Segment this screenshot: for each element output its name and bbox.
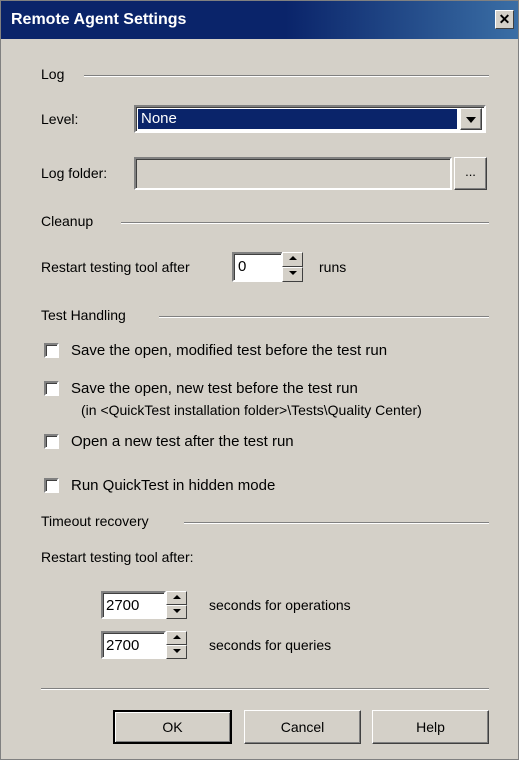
hidden-mode-label: Run QuickTest in hidden mode xyxy=(71,477,276,494)
timeout-divider xyxy=(184,522,489,524)
save-modified-checkbox[interactable] xyxy=(44,343,59,358)
cleanup-section-label: Cleanup xyxy=(41,213,94,229)
runs-down-button[interactable] xyxy=(282,267,303,282)
test-handling-section-label: Test Handling xyxy=(41,307,126,323)
arrow-up-icon xyxy=(172,635,181,639)
save-modified-label: Save the open, modified test before the … xyxy=(71,342,388,359)
test-handling-divider xyxy=(159,316,489,318)
level-select[interactable]: None xyxy=(134,105,486,133)
arrow-down-icon xyxy=(172,649,181,653)
level-selected-value: None xyxy=(138,109,457,129)
runs-spinner[interactable] xyxy=(282,252,303,282)
log-folder-field[interactable] xyxy=(134,157,452,190)
queries-seconds-input[interactable]: 2700 xyxy=(101,631,166,659)
queries-up-button[interactable] xyxy=(166,631,187,645)
operations-down-button[interactable] xyxy=(166,605,187,619)
help-button[interactable]: Help xyxy=(372,710,489,744)
operations-seconds-input[interactable]: 2700 xyxy=(101,591,166,619)
help-button-label: Help xyxy=(416,719,445,735)
save-new-checkbox[interactable] xyxy=(44,381,59,396)
cancel-button-label: Cancel xyxy=(280,719,325,735)
queries-suffix: seconds for queries xyxy=(209,637,332,653)
ok-button-label: OK xyxy=(162,719,183,735)
arrow-up-icon xyxy=(288,256,297,260)
browse-button-label: ... xyxy=(465,164,476,179)
queries-spinner[interactable] xyxy=(166,631,187,659)
ok-button[interactable]: OK xyxy=(113,710,232,744)
dialog-title: Remote Agent Settings xyxy=(11,11,187,28)
operations-up-button[interactable] xyxy=(166,591,187,605)
queries-down-button[interactable] xyxy=(166,645,187,659)
chevron-down-icon xyxy=(466,117,476,123)
runs-suffix: runs xyxy=(319,259,347,275)
restart-after-label: Restart testing tool after xyxy=(41,259,190,275)
log-section-label: Log xyxy=(41,66,65,82)
arrow-down-icon xyxy=(288,271,297,275)
open-new-label: Open a new test after the test run xyxy=(71,433,294,450)
hidden-mode-checkbox[interactable] xyxy=(44,478,59,493)
arrow-up-icon xyxy=(172,595,181,599)
level-label: Level: xyxy=(41,111,79,127)
save-new-location-note: (in <QuickTest installation folder>\Test… xyxy=(81,402,422,418)
open-new-checkbox[interactable] xyxy=(44,434,59,449)
operations-suffix: seconds for operations xyxy=(209,597,351,613)
cleanup-divider xyxy=(121,222,489,224)
remote-agent-settings-dialog: Remote Agent Settings ✕ Log Level: None … xyxy=(0,0,519,760)
log-divider xyxy=(84,75,489,77)
save-new-label: Save the open, new test before the test … xyxy=(71,380,358,397)
title-bar: Remote Agent Settings ✕ xyxy=(1,1,518,39)
timeout-section-label: Timeout recovery xyxy=(41,513,149,529)
queries-value: 2700 xyxy=(106,637,140,654)
runs-value: 0 xyxy=(238,258,247,275)
cancel-button[interactable]: Cancel xyxy=(244,710,361,744)
level-dropdown-button[interactable] xyxy=(460,108,482,130)
close-icon: ✕ xyxy=(498,11,511,27)
timeout-restart-label: Restart testing tool after: xyxy=(41,549,194,565)
arrow-down-icon xyxy=(172,609,181,613)
browse-log-folder-button[interactable]: ... xyxy=(454,157,487,190)
button-row-divider xyxy=(41,688,489,690)
operations-value: 2700 xyxy=(106,597,140,614)
runs-input[interactable]: 0 xyxy=(232,252,283,282)
log-folder-label: Log folder: xyxy=(41,165,108,181)
close-button[interactable]: ✕ xyxy=(495,10,514,29)
operations-spinner[interactable] xyxy=(166,591,187,619)
runs-up-button[interactable] xyxy=(282,252,303,267)
